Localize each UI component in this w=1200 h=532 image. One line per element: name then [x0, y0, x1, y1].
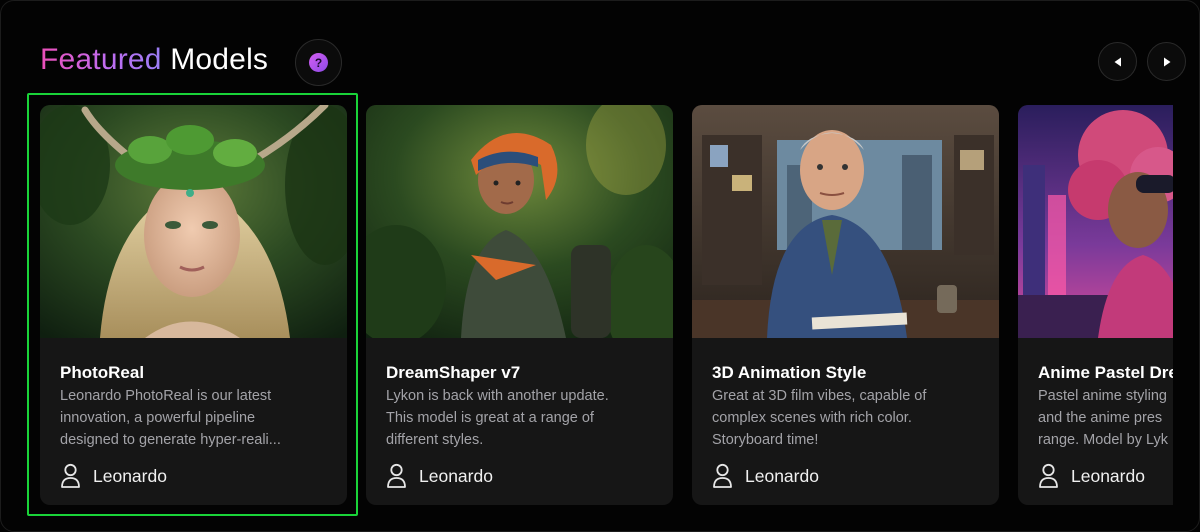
- model-description: Leonardo PhotoReal is our latest innovat…: [60, 385, 331, 451]
- model-author-name: Leonardo: [419, 465, 493, 486]
- help-button[interactable]: ?: [295, 39, 342, 86]
- model-description-line: Great at 3D film vibes, capable of: [712, 388, 927, 404]
- model-description-line: designed to generate hyper-reali...: [60, 432, 281, 448]
- model-description-line: Leonardo PhotoReal is our latest: [60, 388, 272, 404]
- model-thumbnail: [1018, 105, 1173, 338]
- section-title-rest: Models: [161, 43, 269, 76]
- model-description-line: innovation, a powerful pipeline: [60, 410, 256, 426]
- model-description: Pastel anime styling and the anime pres …: [1038, 385, 1173, 451]
- triangle-right-icon: [1163, 57, 1170, 66]
- model-card-3d-animation-style[interactable]: 3D Animation Style Great at 3D film vibe…: [692, 105, 999, 505]
- user-icon: [61, 463, 80, 488]
- model-author: Leonardo: [386, 463, 493, 489]
- user-icon: [387, 463, 406, 488]
- model-description: Lykon is back with another update. This …: [386, 385, 657, 451]
- model-author-name: Leonardo: [745, 465, 819, 486]
- model-description-line: and the anime pres: [1038, 410, 1163, 426]
- model-description-line: Storyboard time!: [712, 432, 819, 448]
- model-name: Anime Pastel Dre: [1038, 363, 1173, 382]
- model-card-photoreal[interactable]: PhotoReal Leonardo PhotoReal is our late…: [40, 105, 347, 505]
- question-mark-icon: ?: [309, 53, 328, 72]
- model-description-line: Lykon is back with another update.: [386, 388, 609, 404]
- model-name: DreamShaper v7: [386, 363, 521, 382]
- section-title-highlight: Featured: [40, 43, 162, 76]
- model-thumbnail: [692, 105, 999, 338]
- user-icon: [1039, 463, 1058, 488]
- model-name: 3D Animation Style: [712, 363, 867, 382]
- model-thumbnail: [366, 105, 673, 338]
- section-title: Featured Models: [40, 43, 268, 77]
- carousel-prev-button[interactable]: [1098, 42, 1137, 81]
- model-author: Leonardo: [60, 463, 167, 489]
- model-card-dreamshaper-v7[interactable]: DreamShaper v7 Lykon is back with anothe…: [366, 105, 673, 505]
- model-description-line: complex scenes with rich color.: [712, 410, 912, 426]
- model-thumbnail: [40, 105, 347, 338]
- model-card-anime-pastel-dream[interactable]: Anime Pastel Dre Pastel anime styling an…: [1018, 105, 1173, 505]
- model-carousel: PhotoReal Leonardo PhotoReal is our late…: [40, 105, 1173, 505]
- model-author-name: Leonardo: [1071, 465, 1145, 486]
- model-author: Leonardo: [712, 463, 819, 489]
- model-description-line: range. Model by Lyk: [1038, 432, 1169, 448]
- model-description-line: This model is great at a range of: [386, 410, 594, 426]
- model-description-line: different styles.: [386, 432, 484, 448]
- model-author: Leonardo: [1038, 463, 1145, 489]
- carousel-next-button[interactable]: [1147, 42, 1186, 81]
- model-author-name: Leonardo: [93, 465, 167, 486]
- user-icon: [713, 463, 732, 488]
- model-description: Great at 3D film vibes, capable of compl…: [712, 385, 983, 451]
- model-name: PhotoReal: [60, 363, 145, 382]
- model-description-line: Pastel anime styling: [1038, 388, 1167, 404]
- triangle-left-icon: [1114, 57, 1121, 66]
